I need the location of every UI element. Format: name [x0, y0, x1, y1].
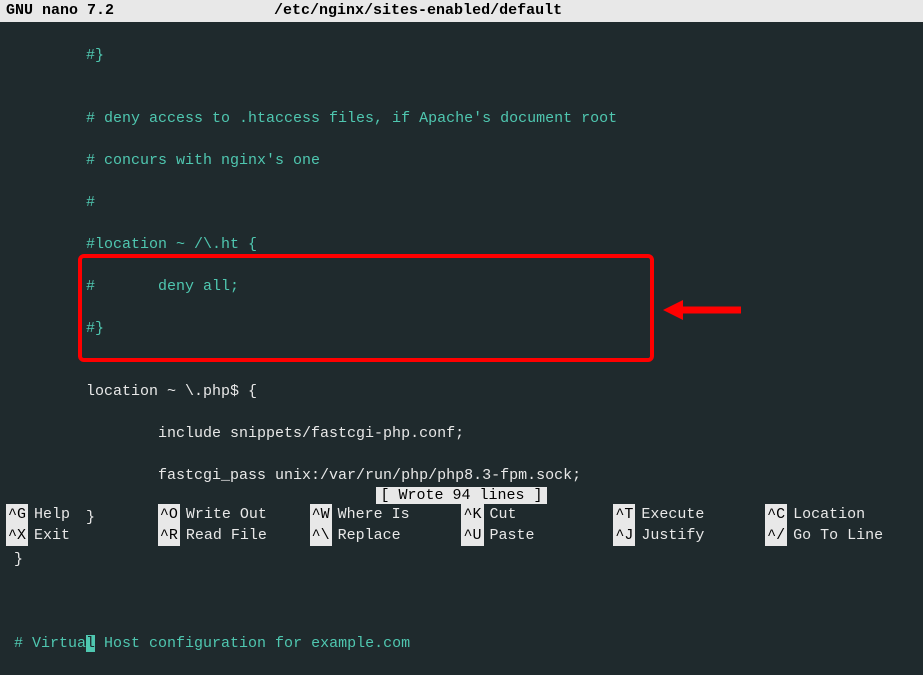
shortcut-execute[interactable]: ^TExecute — [613, 504, 765, 525]
status-message: [ Wrote 94 lines ] — [376, 487, 546, 504]
shortcut-paste[interactable]: ^UPaste — [461, 525, 613, 546]
app-name: GNU nano 7.2 — [6, 0, 114, 22]
shortcut-location[interactable]: ^CLocation — [765, 504, 917, 525]
code-line: fastcgi_pass unix:/var/run/php/php8.3-fp… — [14, 465, 923, 486]
shortcut-help[interactable]: ^GHelp — [6, 504, 158, 525]
code-line: #} — [14, 318, 923, 339]
shortcut-replace[interactable]: ^\Replace — [310, 525, 462, 546]
shortcut-writeout[interactable]: ^OWrite Out — [158, 504, 310, 525]
code-line: # — [14, 192, 923, 213]
code-line: # concurs with nginx's one — [14, 150, 923, 171]
titlebar: GNU nano 7.2 /etc/nginx/sites-enabled/de… — [0, 0, 923, 22]
code-line: # deny all; — [14, 276, 923, 297]
code-line: include snippets/fastcgi-php.conf; — [14, 423, 923, 444]
code-line: #} — [14, 45, 923, 66]
editor-area[interactable]: #} # deny access to .htaccess files, if … — [0, 22, 923, 675]
code-line: #location ~ /\.ht { — [14, 234, 923, 255]
shortcut-gotoline[interactable]: ^/Go To Line — [765, 525, 917, 546]
status-bar: [ Wrote 94 lines ] — [0, 487, 923, 504]
shortcut-whereis[interactable]: ^WWhere Is — [310, 504, 462, 525]
shortcut-bar: ^GHelp ^OWrite Out ^WWhere Is ^KCut ^TEx… — [6, 504, 917, 546]
code-line: location ~ \.php$ { — [14, 381, 923, 402]
cursor: l — [86, 635, 95, 652]
shortcut-exit[interactable]: ^XExit — [6, 525, 158, 546]
shortcut-justify[interactable]: ^JJustify — [613, 525, 765, 546]
shortcut-cut[interactable]: ^KCut — [461, 504, 613, 525]
code-line: } — [14, 549, 923, 570]
file-path: /etc/nginx/sites-enabled/default — [274, 0, 562, 22]
code-line: # deny access to .htaccess files, if Apa… — [14, 108, 923, 129]
code-line-cursor: # Virtual Host configuration for example… — [14, 633, 923, 654]
shortcut-readfile[interactable]: ^RRead File — [158, 525, 310, 546]
shortcut-row: ^XExit ^RRead File ^\Replace ^UPaste ^JJ… — [6, 525, 917, 546]
shortcut-row: ^GHelp ^OWrite Out ^WWhere Is ^KCut ^TEx… — [6, 504, 917, 525]
